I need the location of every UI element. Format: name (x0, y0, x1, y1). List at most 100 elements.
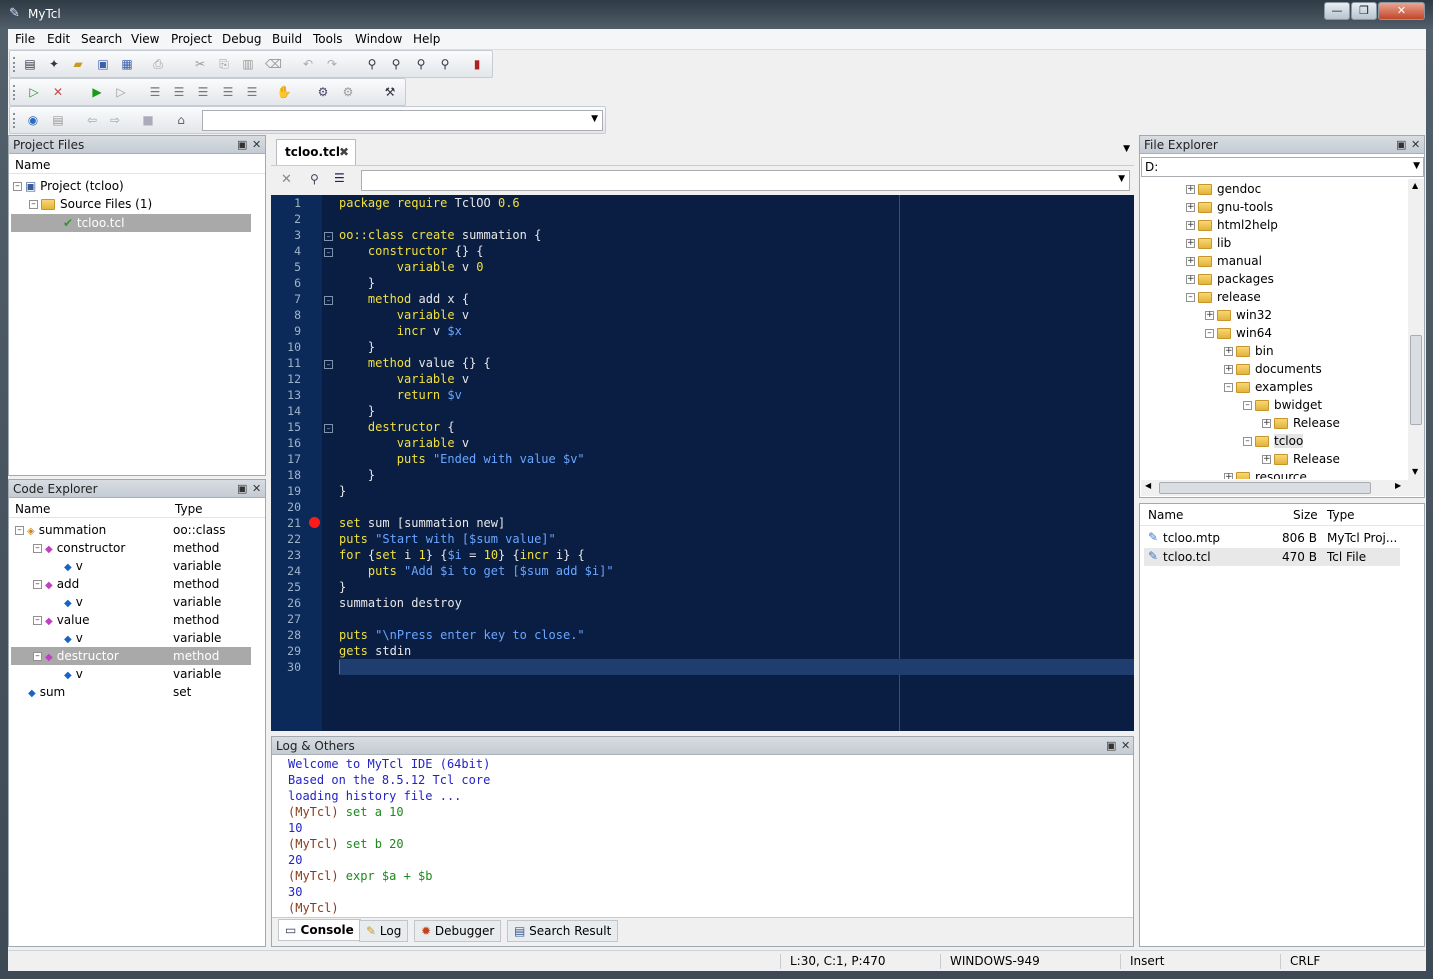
tab-list-icon[interactable]: ▼ (1123, 144, 1130, 154)
open-icon[interactable]: ▰ (70, 56, 86, 72)
tab-tcloo-tcl[interactable]: tcloo.tcl ✖ (276, 139, 356, 165)
collapse-icon[interactable]: – (1186, 293, 1195, 302)
drive-combo[interactable]: D: ▼ (1141, 157, 1424, 177)
expand-icon[interactable]: + (1186, 275, 1195, 284)
step-line-icon[interactable]: ☰ (244, 84, 260, 100)
tab-console[interactable]: ▭ Console (278, 919, 361, 941)
code-explorer-row[interactable]: – ◆ value method (11, 611, 251, 629)
float-icon[interactable]: ▣ (237, 138, 247, 151)
paste-icon[interactable]: ▥ (240, 56, 256, 72)
scroll-up-icon[interactable]: ▲ (1412, 181, 1418, 190)
scrollbar-thumb[interactable] (1410, 335, 1422, 425)
collapse-icon[interactable]: – (33, 544, 42, 553)
folder-tree-item[interactable]: + Release (1262, 450, 1340, 468)
close-file-icon[interactable]: ✕ (281, 172, 292, 187)
folder-tree-item[interactable]: + manual (1186, 252, 1262, 270)
folder-tree-item[interactable]: – win64 (1205, 324, 1272, 342)
column-name[interactable]: Name (15, 158, 50, 172)
column-type[interactable]: Type (1327, 508, 1355, 522)
step-out-icon[interactable]: ☰ (195, 84, 211, 100)
tree-item-tcloo-tcl[interactable]: ✔ tcloo.tcl (11, 214, 251, 232)
column-name[interactable]: Name (15, 502, 50, 516)
replace-icon[interactable]: ⚲ (437, 56, 453, 72)
address-combo[interactable]: ▼ (202, 110, 603, 131)
cut-icon[interactable]: ✂ (192, 56, 208, 72)
run-icon[interactable]: ▷ (26, 84, 42, 100)
bookmark-icon[interactable]: ▮ (469, 56, 485, 72)
hand-icon[interactable]: ✋ (276, 84, 292, 100)
collapse-icon[interactable]: – (33, 652, 42, 661)
folder-tree-item[interactable]: + win32 (1205, 306, 1272, 324)
collapse-icon[interactable]: – (1205, 329, 1214, 338)
code-explorer-row[interactable]: ◆ v variable (11, 557, 251, 575)
float-icon[interactable]: ▣ (1106, 739, 1116, 752)
collapse-icon[interactable]: – (1243, 437, 1252, 446)
expand-icon[interactable]: + (1186, 185, 1195, 194)
menu-debug[interactable]: Debug (222, 32, 261, 46)
collapse-icon[interactable]: – (1243, 401, 1252, 410)
step-over-icon[interactable]: ☰ (171, 84, 187, 100)
code-explorer-row[interactable]: ◆ v variable (11, 593, 251, 611)
expand-icon[interactable]: + (1186, 203, 1195, 212)
folder-tree-item[interactable]: + bin (1224, 342, 1274, 360)
save-all-icon[interactable]: ▦ (119, 56, 135, 72)
save-icon[interactable]: ▣ (95, 56, 111, 72)
folder-tree-item[interactable]: – tcloo (1243, 432, 1304, 450)
folder-tree-item[interactable]: + gendoc (1186, 180, 1261, 198)
minimize-button[interactable]: — (1324, 2, 1350, 20)
menu-file[interactable]: File (15, 32, 35, 46)
fold-toggle-icon[interactable]: – (324, 296, 333, 305)
horizontal-scrollbar[interactable]: ◀ ▶ (1141, 480, 1424, 496)
back-icon[interactable]: ⇦ (84, 112, 100, 128)
copy-icon[interactable]: ⎘ (216, 56, 232, 72)
code-explorer-row[interactable]: ◆ sum set (11, 683, 251, 701)
scroll-left-icon[interactable]: ◀ (1145, 481, 1151, 490)
erase-icon[interactable]: ⌫ (265, 56, 282, 72)
expand-icon[interactable]: + (1224, 365, 1233, 374)
code-explorer-row[interactable]: – ◆ destructor method (11, 647, 251, 665)
code-explorer-row[interactable]: – ◈ summation oo::class (11, 521, 251, 539)
expand-icon[interactable]: + (1186, 257, 1195, 266)
fold-toggle-icon[interactable]: – (324, 360, 333, 369)
menu-tools[interactable]: Tools (313, 32, 343, 46)
menu-view[interactable]: View (131, 32, 159, 46)
tab-log[interactable]: ✎ Log (359, 920, 409, 942)
fold-toggle-icon[interactable]: – (324, 424, 333, 433)
panel-close-icon[interactable]: ✕ (252, 138, 261, 151)
clean-icon[interactable]: ⚙ (340, 84, 356, 100)
expand-icon[interactable]: + (1205, 311, 1214, 320)
folder-tree-item[interactable]: + lib (1186, 234, 1231, 252)
tools-icon[interactable]: ⚒ (382, 84, 398, 100)
panel-close-icon[interactable]: ✕ (1121, 739, 1130, 752)
float-icon[interactable]: ▣ (237, 482, 247, 495)
folder-tree-item[interactable]: + Release (1262, 414, 1340, 432)
expand-icon[interactable]: + (1224, 473, 1233, 479)
find-prev-icon[interactable]: ⚲ (413, 56, 429, 72)
scroll-right-icon[interactable]: ▶ (1395, 481, 1401, 490)
code-explorer-row[interactable]: ◆ v variable (11, 665, 251, 683)
find-next-icon[interactable]: ⚲ (388, 56, 404, 72)
code-explorer-row[interactable]: – ◆ constructor method (11, 539, 251, 557)
panel-close-icon[interactable]: ✕ (1411, 138, 1420, 151)
folder-tree-item[interactable]: – examples (1224, 378, 1313, 396)
collapse-icon[interactable]: – (15, 526, 24, 535)
tab-close-icon[interactable]: ✖ (339, 145, 349, 159)
redo-icon[interactable]: ↷ (324, 56, 340, 72)
find-icon[interactable]: ⚲ (364, 56, 380, 72)
browse-icon[interactable]: ▤ (50, 112, 66, 128)
debug-continue-icon[interactable]: ▷ (113, 84, 129, 100)
tree-item-source-files[interactable]: – Source Files (1) (29, 195, 152, 213)
code-editor[interactable]: 1 package require TclOO 0.6 2 3– oo::class c… (271, 195, 1134, 731)
tab-search-result[interactable]: ▤ Search Result (507, 920, 619, 942)
step-into-icon[interactable]: ☰ (147, 84, 163, 100)
file-row[interactable]: ✎ tcloo.mtp 806 B MyTcl Proj... (1144, 529, 1400, 547)
goto-icon[interactable]: ⚲ (310, 172, 319, 186)
expand-icon[interactable]: + (1224, 347, 1233, 356)
collapse-icon[interactable]: – (33, 580, 42, 589)
procedure-combo[interactable]: ▼ (361, 170, 1130, 191)
fold-toggle-icon[interactable]: – (324, 232, 333, 241)
folder-tree-item[interactable]: – bwidget (1243, 396, 1322, 414)
folder-tree-item[interactable]: + gnu-tools (1186, 198, 1273, 216)
float-icon[interactable]: ▣ (1396, 138, 1406, 151)
folder-tree-item[interactable]: + packages (1186, 270, 1274, 288)
